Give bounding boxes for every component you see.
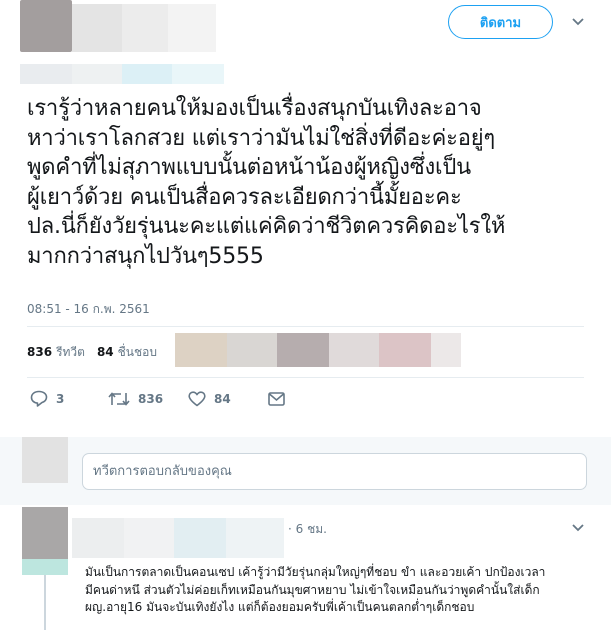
divider (27, 326, 584, 327)
chevron-down-icon[interactable] (571, 521, 585, 535)
tweet-timestamp[interactable]: 08:51 - 16 ก.พ. 2561 (27, 300, 150, 319)
reply-text-line: มีคนด่าหนึ ส่วนตัวไม่ค่อยเก็ทเหมือนกันมุ… (85, 582, 540, 597)
my-avatar[interactable] (22, 437, 68, 483)
reply-action[interactable]: 3 (30, 390, 108, 407)
tweet-text-line: หาว่าเราโลกสวย แต่เราว่ามันไม่ใช่สิ่งที่… (27, 125, 496, 151)
tweet-stats: 836 รีทวีต 84 ชื่นชอบ (27, 343, 157, 362)
reply-text-line: ผญ.อายุ16 มันจะบันเทิงยังไง แต่ก็ต้องยอม… (85, 600, 475, 614)
liker-avatar[interactable] (175, 333, 227, 367)
retweet-action[interactable]: 836 (108, 391, 188, 407)
likes-label: ชื่นชอบ (117, 345, 157, 359)
reply-text-line: มันเป็นการตลาดเป็นคอนเซป เค้ารู้ว่ามีวัย… (85, 565, 546, 579)
retweets-label: รีทวีต (56, 345, 85, 359)
tweet-actions: 3 836 84 (30, 390, 285, 407)
reply-name-redacted[interactable] (226, 518, 284, 558)
reply-avatar[interactable] (22, 507, 68, 559)
tweet-text-line: ผู้เยาว์ด้วย คนเป็นสื่อควรละเอียดกว่านี้… (27, 184, 462, 210)
liker-avatar[interactable] (379, 333, 431, 367)
user-name-redacted[interactable] (72, 4, 122, 52)
liker-avatar[interactable] (329, 333, 379, 367)
reply-input[interactable]: ทวีตการตอบกลับของคุณ (82, 453, 587, 490)
reply-icon (30, 390, 48, 407)
like-action[interactable]: 84 (188, 390, 268, 407)
user-handle-redacted (72, 64, 122, 84)
reply-text: มันเป็นการตลาดเป็นคอนเซป เค้ารู้ว่ามีวัย… (85, 564, 595, 617)
tweet-text-line: มากกว่าสนุกไปวันๆ5555 (27, 243, 264, 269)
tweet-text-line: เรารู้ว่าหลายคนให้มองเป็นเรื่องสนุกบันเท… (27, 96, 482, 121)
reply-name-redacted[interactable] (124, 518, 174, 558)
liker-avatar[interactable] (277, 333, 329, 367)
direct-message-action[interactable] (268, 391, 285, 406)
divider (27, 377, 584, 378)
reply-name-redacted[interactable] (174, 518, 226, 558)
tweet-text-line: ปล.นี่ก็ยังวัยรุ่นนะคะแต่แค่คิดว่าชีวิตค… (27, 214, 506, 239)
retweet-icon (108, 391, 130, 407)
user-handle-redacted (20, 64, 72, 84)
reply-count: 3 (56, 391, 65, 406)
envelope-icon (268, 391, 285, 406)
reply-avatar[interactable] (22, 559, 68, 575)
reply-thread-line (44, 575, 46, 630)
follow-button[interactable]: ติดตาม (448, 5, 553, 39)
retweet-count: 836 (138, 391, 164, 406)
user-handle-redacted (172, 64, 224, 84)
user-name-redacted[interactable] (168, 4, 216, 52)
heart-icon (188, 390, 206, 407)
user-handle-redacted (122, 64, 172, 84)
reply-time[interactable]: · 6 ชม. (288, 520, 327, 539)
like-count: 84 (214, 391, 231, 406)
likes-count: 84 (96, 345, 114, 359)
chevron-down-icon[interactable] (571, 15, 585, 29)
retweets-count: 836 (27, 345, 53, 359)
reply-name-redacted[interactable] (72, 518, 124, 558)
likes-stat[interactable]: 84 ชื่นชอบ (97, 343, 157, 362)
liker-avatar[interactable] (227, 333, 277, 367)
tweet-text-line: พูดคำที่ไม่สุภาพแบบนั้นต่อหน้าน้องผู้หญิ… (27, 155, 471, 180)
liker-avatar[interactable] (431, 333, 461, 367)
user-name-redacted[interactable] (122, 4, 168, 52)
avatar[interactable] (20, 0, 72, 52)
retweets-stat[interactable]: 836 รีทวีต (27, 343, 85, 362)
tweet-text: เรารู้ว่าหลายคนให้มองเป็นเรื่องสนุกบันเท… (27, 94, 602, 271)
